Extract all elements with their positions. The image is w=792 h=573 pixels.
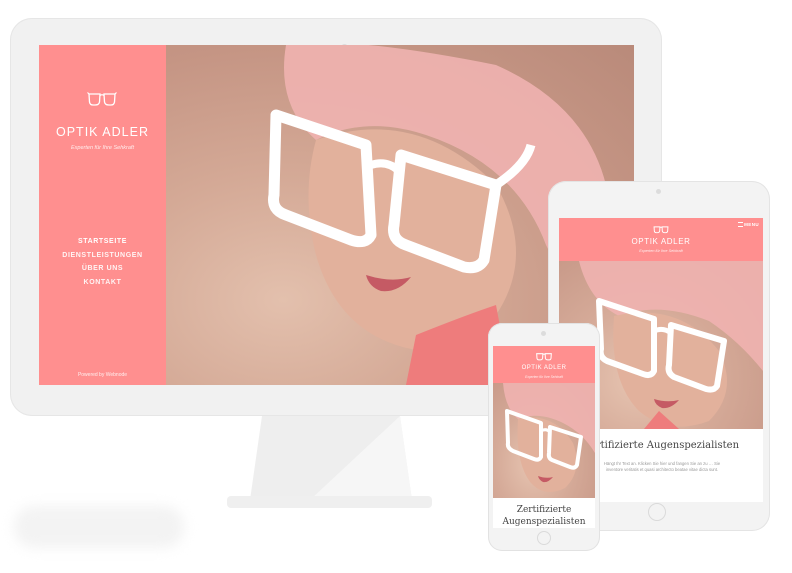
phone-screen: OPTIK ADLER Experten für Ihre Sehkraft Z…: [493, 346, 595, 528]
hero-photo-illustration: [503, 383, 595, 492]
site-tagline: Experten für Ihre Sehkraft: [525, 375, 563, 379]
powered-by-link[interactable]: Powered by Webnode: [39, 372, 166, 378]
section-heading-line-1: Zertifizierte: [516, 505, 572, 515]
menu-button[interactable]: MENU: [738, 222, 759, 228]
glasses-icon: [653, 226, 669, 234]
tablet-camera: [656, 189, 661, 194]
section-body-text: Hängt Ihr Text an. Klicken Sie hier und …: [603, 461, 721, 472]
device-shadow: [14, 506, 184, 548]
menu-label: MENU: [744, 222, 759, 227]
home-button[interactable]: [537, 531, 551, 545]
desktop-nav: STARTSEITE DIENSTLEISTUNGEN ÜBER UNS KON…: [39, 235, 166, 289]
monitor-base: [227, 496, 432, 508]
site-tagline: Experten für Ihre Sehkraft: [639, 249, 683, 253]
nav-item-ueber-uns[interactable]: ÜBER UNS: [39, 262, 166, 276]
desktop-sidebar: OPTIK ADLER Experten für Ihre Sehkraft S…: [39, 45, 166, 385]
phone-camera: [541, 331, 546, 336]
tablet-header: MENU OPTIK ADLER Experten für Ihre Sehkr…: [559, 218, 763, 261]
glasses-icon: [87, 92, 117, 106]
phone-header: OPTIK ADLER Experten für Ihre Sehkraft: [493, 346, 595, 383]
nav-item-kontakt[interactable]: KONTAKT: [39, 276, 166, 290]
hero-photo: [493, 383, 595, 498]
nav-item-dienstleistungen[interactable]: DIENSTLEISTUNGEN: [39, 249, 166, 263]
nav-item-startseite[interactable]: STARTSEITE: [39, 235, 166, 249]
monitor-stand: [250, 416, 412, 500]
site-title[interactable]: OPTIK ADLER: [39, 125, 166, 139]
section-heading: Zertifizierte Augenspezialisten: [493, 504, 595, 528]
section-heading-line-2: Augenspezialisten: [502, 517, 586, 527]
site-title[interactable]: OPTIK ADLER: [493, 365, 595, 371]
phone-device: OPTIK ADLER Experten für Ihre Sehkraft Z…: [488, 323, 600, 551]
hamburger-icon: [738, 222, 744, 228]
home-button[interactable]: [648, 503, 666, 521]
site-tagline: Experten für Ihre Sehkraft: [71, 145, 134, 151]
glasses-icon: [536, 353, 552, 361]
site-title[interactable]: OPTIK ADLER: [559, 237, 763, 246]
